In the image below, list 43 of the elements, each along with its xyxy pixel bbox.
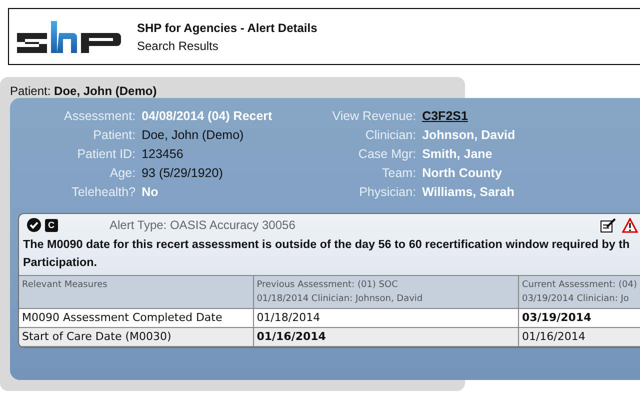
table-cell: M0090 Assessment Completed Date <box>19 308 254 328</box>
edit-icon[interactable] <box>600 217 616 233</box>
patient-label: Patient: <box>10 84 51 98</box>
column-header: 01/18/2014 Clinician: Johnson, David <box>256 293 424 306</box>
field-value: No <box>142 184 160 201</box>
breadcrumb-link[interactable]: Search Results <box>137 36 318 54</box>
field-value: 123456 <box>142 146 184 163</box>
field-value: 93 (5/29/1920) <box>142 165 224 182</box>
field-label: Assessment: <box>64 108 136 125</box>
column-header: Previous Assessment: (01) SOC <box>256 279 399 292</box>
field-label: Clinician: <box>364 127 416 144</box>
column-header: 03/19/2014 Clinician: Jo <box>522 293 630 306</box>
patient-name: Doe, John (Demo) <box>54 84 157 98</box>
field-label: Physician: <box>358 184 416 201</box>
field-label: Case Mgr: <box>357 146 416 163</box>
category-badge: C <box>45 218 58 232</box>
field-value: 04/08/2014 (04) Recert <box>142 108 272 125</box>
table-cell: 01/16/2014 <box>518 328 640 346</box>
field-value: Johnson, David <box>422 127 516 144</box>
alert-message: The M0090 date for this recert assessment is outside of the day 56 to 60 recertification window required by th <box>22 237 631 253</box>
field-label: View Revenue: <box>332 108 416 125</box>
table-cell: 01/16/2014 <box>253 328 518 346</box>
check-icon[interactable] <box>27 218 41 232</box>
table-cell: 01/18/2014 <box>253 308 518 328</box>
column-header: Relevant Measures <box>22 279 108 292</box>
field-value: Smith, Jane <box>422 146 494 163</box>
field-label: Age: <box>108 165 136 182</box>
alert-type: Alert Type: OASIS Accuracy 30056 <box>110 217 296 234</box>
field-value: Doe, John (Demo) <box>142 127 245 144</box>
warning-icon[interactable] <box>622 218 638 232</box>
field-label: Telehealth? <box>70 184 136 201</box>
field-label: Team: <box>381 165 416 182</box>
field-value: North County <box>422 165 503 182</box>
field-value: Williams, Sarah <box>422 184 516 201</box>
page-title: SHP for Agencies - Alert Details <box>137 20 318 36</box>
column-header: Current Assessment: (04) <box>522 279 637 292</box>
revenue-link[interactable]: C3F2S1 <box>422 107 516 125</box>
table-cell: 03/19/2014 <box>518 308 640 328</box>
table-cell: Start of Care Date (M0030) <box>19 328 254 346</box>
alert-message: Participation. <box>22 255 98 271</box>
logo-icon <box>15 18 123 54</box>
field-label: Patient: <box>92 127 136 144</box>
field-label: Patient ID: <box>76 146 136 163</box>
